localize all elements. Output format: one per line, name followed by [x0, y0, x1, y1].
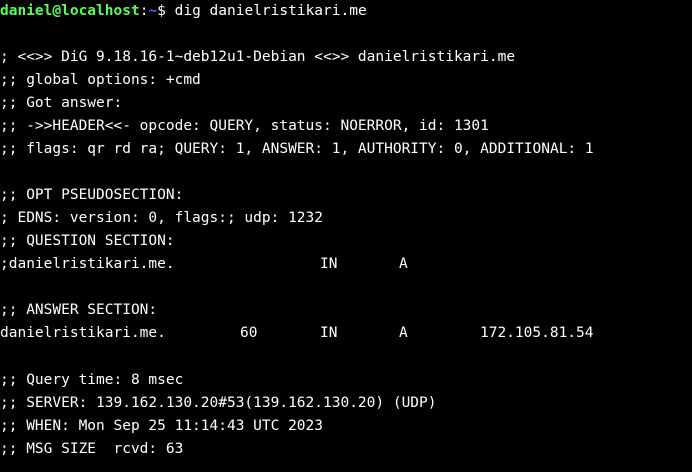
dig-version-line: ; <<>> DiG 9.18.16-1~deb12u1-Debian <<>>…	[0, 49, 516, 65]
answer-record-row: danielristikari.me. 60 IN A 172.105.81.5…	[0, 322, 692, 345]
answer-name: danielristikari.me.	[0, 325, 166, 341]
question-section-title: ;; QUESTION SECTION:	[0, 233, 175, 249]
terminal-window[interactable]: daniel@localhost:~$ dig danielristikari.…	[0, 0, 692, 472]
opt-section-title: ;; OPT PSEUDOSECTION:	[0, 187, 184, 203]
answer-ttl: 60	[240, 325, 258, 341]
global-options-line: ;; global options: +cmd	[0, 72, 201, 88]
answer-class: IN	[320, 325, 338, 341]
prompt-symbol: $	[157, 3, 166, 19]
question-name: ;danielristikari.me.	[0, 256, 175, 272]
got-answer-line: ;; Got answer:	[0, 95, 123, 111]
answer-type: A	[399, 325, 408, 341]
question-type: A	[399, 256, 408, 272]
server-line: ;; SERVER: 139.162.130.20#53(139.162.130…	[0, 395, 437, 411]
edns-line: ; EDNS: version: 0, flags:; udp: 1232	[0, 210, 324, 226]
question-class: IN	[320, 256, 338, 272]
answer-section-title: ;; ANSWER SECTION:	[0, 302, 158, 318]
prompt-command: dig danielristikari.me	[174, 3, 367, 19]
flags-line: ;; flags: qr rd ra; QUERY: 1, ANSWER: 1,…	[0, 141, 594, 157]
prompt-path: ~	[148, 3, 158, 19]
when-line: ;; WHEN: Mon Sep 25 11:14:43 UTC 2023	[0, 418, 324, 434]
query-time-line: ;; Query time: 8 msec	[0, 372, 184, 388]
question-record-row: ;danielristikari.me. IN A	[0, 253, 692, 276]
header-status-line: ;; ->>HEADER<<- opcode: QUERY, status: N…	[0, 118, 489, 134]
answer-address: 172.105.81.54	[480, 325, 594, 341]
msg-size-line: ;; MSG SIZE rcvd: 63	[0, 441, 184, 457]
prompt-line: daniel@localhost:~$ dig danielristikari.…	[0, 0, 367, 23]
prompt-user-host: daniel@localhost	[0, 3, 140, 19]
